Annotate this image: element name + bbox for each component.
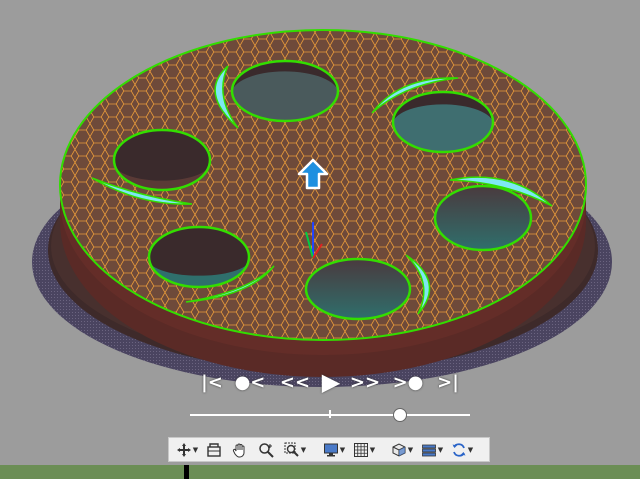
pan-button[interactable]: [227, 439, 253, 460]
pocket-5: [147, 225, 251, 289]
3d-viewport[interactable]: |< ●< << ▶ >> >● >|: [0, 0, 640, 479]
zoom-window-button[interactable]: ▼: [279, 439, 311, 460]
display-mode-button[interactable]: ▼: [319, 439, 349, 460]
play-button[interactable]: ▶: [317, 368, 345, 396]
zoom-button[interactable]: [253, 439, 279, 460]
monitor-icon: [323, 443, 338, 456]
play-icon: ▶: [321, 368, 341, 396]
skip-to-end-icon: >|: [437, 371, 459, 393]
previous-key-button[interactable]: ●<: [234, 369, 266, 395]
previous-key-icon: ●<: [234, 371, 266, 393]
pocket-4: [433, 184, 533, 252]
timeline-handle[interactable]: [393, 408, 407, 422]
timeline-slider[interactable]: [190, 408, 470, 422]
pocket-2: [391, 90, 495, 154]
next-key-icon: >●: [392, 371, 424, 393]
status-bar: [0, 465, 640, 479]
refresh-icon: [452, 442, 466, 457]
section-view-button[interactable]: [201, 439, 227, 460]
fast-forward-button[interactable]: >>: [350, 369, 380, 395]
pan-orbit-button[interactable]: ▼: [173, 439, 201, 460]
timeline-tick: [329, 410, 331, 418]
view-cube-button[interactable]: ▼: [387, 439, 417, 460]
hand-icon: [232, 443, 245, 457]
move-icon: [176, 442, 191, 457]
fast-forward-icon: >>: [349, 371, 381, 393]
section-box-icon: [207, 442, 221, 457]
rewind-icon: <<: [279, 371, 311, 393]
grid-button[interactable]: ▼: [349, 439, 379, 460]
grid-icon: [353, 442, 368, 457]
next-key-button[interactable]: >●: [392, 369, 424, 395]
status-marker: [184, 465, 189, 479]
skip-to-start-icon: |<: [201, 371, 223, 393]
rewind-button[interactable]: <<: [280, 369, 310, 395]
zoom-window-icon: [284, 442, 299, 457]
layers-button[interactable]: ▼: [417, 439, 447, 460]
zoom-icon: [259, 442, 274, 458]
pocket-1: [230, 59, 340, 123]
refresh-button[interactable]: ▼: [447, 439, 477, 460]
layers-icon: [421, 444, 436, 456]
go-to-start-button[interactable]: |<: [200, 369, 224, 395]
go-to-end-button[interactable]: >|: [436, 369, 460, 395]
pocket-6: [304, 257, 412, 321]
pocket-3: [112, 128, 212, 192]
cube-view-icon: [392, 442, 406, 457]
navigation-toolbar: ▼ ▼ ▼ ▼ ▼ ▼ ▼: [168, 437, 490, 462]
